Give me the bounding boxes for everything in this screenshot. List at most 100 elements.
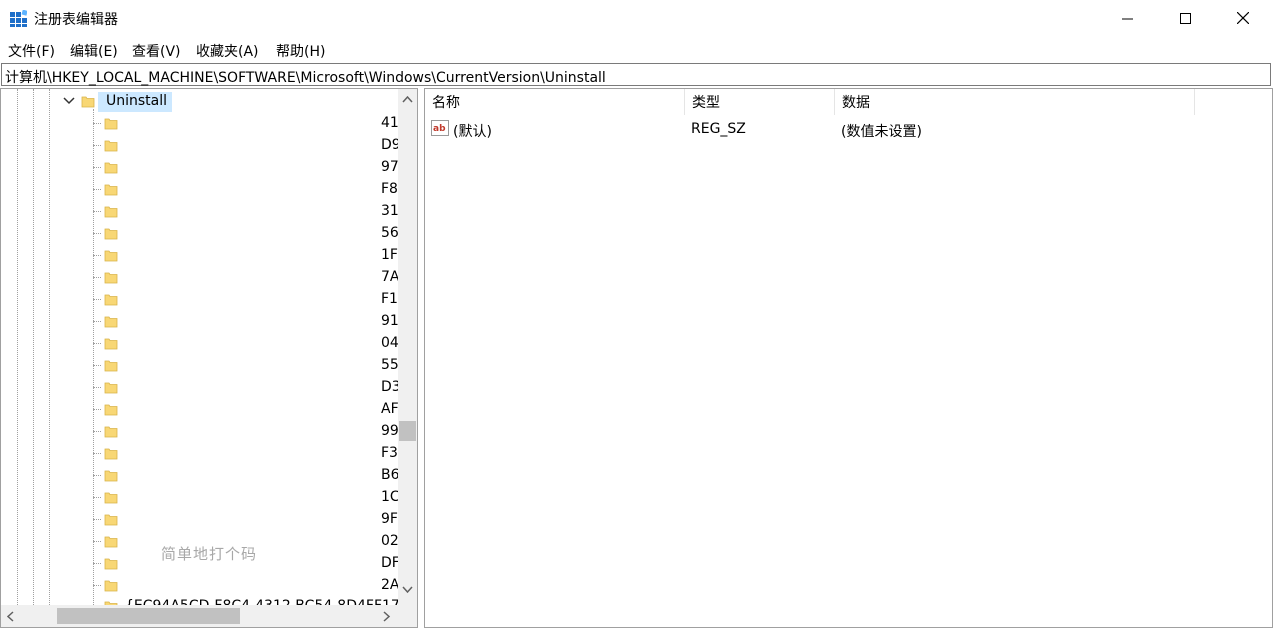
horizontal-scroll-thumb[interactable] [57, 608, 240, 624]
scroll-down-icon[interactable] [402, 586, 413, 594]
folder-icon [104, 294, 118, 306]
folder-icon [104, 536, 118, 548]
column-header-name[interactable]: 名称 [425, 89, 685, 115]
svg-text:ab: ab [433, 124, 446, 134]
value-row[interactable]: ab (默认) REG_SZ (数值未设置) [425, 117, 1270, 140]
tree-connector [93, 233, 101, 234]
tree-node-subkey[interactable]: F1 [381, 291, 398, 307]
registry-editor-icon [10, 10, 27, 27]
horizontal-scrollbar[interactable] [1, 605, 417, 627]
tree-connector [93, 519, 101, 520]
folder-icon [104, 118, 118, 130]
minimize-icon [1121, 18, 1133, 19]
folder-icon [104, 580, 118, 592]
folder-icon [104, 448, 118, 460]
maximize-button[interactable] [1156, 0, 1214, 36]
tree-connector [93, 453, 101, 454]
value-data: (数值未设置) [841, 124, 922, 140]
tree-connector [93, 409, 101, 410]
tree-connector [93, 211, 101, 212]
tree-connector [93, 145, 101, 146]
tree-node-uninstall[interactable]: Uninstall [106, 93, 167, 109]
menu-favorites[interactable]: 收藏夹(A) [196, 41, 259, 61]
tree-connector [93, 497, 101, 498]
folder-icon [104, 162, 118, 174]
tree-connector [93, 321, 101, 322]
tree-connector [93, 299, 101, 300]
chevron-down-icon[interactable] [63, 97, 75, 105]
folder-icon [104, 404, 118, 416]
tree-node-subkey[interactable]: 97 [381, 159, 399, 175]
folder-icon [104, 382, 118, 394]
folder-icon [104, 140, 118, 152]
scroll-right-icon[interactable] [383, 611, 391, 622]
tree-guide-line [17, 89, 18, 609]
tree-connector [93, 431, 101, 432]
key-tree-pane[interactable]: Uninstall 41 D9 97 F8I 31(56 1F 7A F1 91(04 55 D3 A… [0, 88, 418, 628]
tree-connector [93, 123, 101, 124]
menu-edit[interactable]: 编辑(E) [70, 41, 118, 61]
folder-icon [104, 316, 118, 328]
folder-icon [104, 228, 118, 240]
menu-file[interactable]: 文件(F) [8, 41, 55, 61]
tree-node-subkey[interactable]: 02 [381, 533, 399, 549]
menu-help[interactable]: 帮助(H) [276, 41, 325, 61]
tree-connector [93, 541, 101, 542]
tree-connector [93, 189, 101, 190]
menu-view[interactable]: 查看(V) [132, 41, 181, 61]
watermark-text: 简单地打个码 [161, 545, 258, 563]
tree-node-subkey[interactable]: 1C [381, 489, 400, 505]
tree-connector [93, 255, 101, 256]
tree-node-subkey[interactable]: 99 [381, 423, 399, 439]
vertical-scrollbar[interactable] [398, 89, 417, 605]
tree-node-subkey[interactable]: 55 [381, 357, 399, 373]
folder-icon [104, 250, 118, 262]
folder-icon [104, 360, 118, 372]
address-bar[interactable]: 计算机\HKEY_LOCAL_MACHINE\SOFTWARE\Microsof… [1, 63, 1271, 86]
folder-icon [104, 338, 118, 350]
tree-node-subkey[interactable]: 56 [381, 225, 399, 241]
folder-icon [104, 492, 118, 504]
tree-guide-line [33, 89, 34, 609]
folder-open-icon [81, 96, 95, 108]
folder-icon [104, 272, 118, 284]
scroll-up-icon[interactable] [402, 96, 413, 104]
folder-icon [104, 514, 118, 526]
tree-guide-line [49, 89, 50, 609]
tree-node-subkey[interactable]: AF [381, 401, 399, 417]
tree-node-subkey[interactable]: 1F [381, 247, 398, 263]
tree-node-subkey[interactable]: 41 [381, 115, 399, 131]
string-value-icon: ab [431, 120, 449, 136]
scroll-left-icon[interactable] [7, 611, 15, 622]
vertical-scroll-thumb[interactable] [399, 421, 416, 441]
folder-icon [104, 470, 118, 482]
tree-connector [93, 343, 101, 344]
address-path[interactable]: 计算机\HKEY_LOCAL_MACHINE\SOFTWARE\Microsof… [5, 67, 606, 87]
value-name: (默认) [453, 124, 492, 140]
folder-icon [104, 558, 118, 570]
tree-connector [93, 563, 101, 564]
tree-guide-line [93, 109, 94, 609]
tree-node-subkey[interactable]: 9F [381, 511, 398, 527]
folder-icon [104, 206, 118, 218]
minimize-button[interactable] [1098, 0, 1156, 36]
tree-node-subkey[interactable]: 04 [381, 335, 399, 351]
tree-node-subkey[interactable]: 7A [381, 269, 399, 285]
tree-connector [93, 585, 101, 586]
tree-connector [93, 277, 101, 278]
column-header-data[interactable]: 数据 [835, 89, 1195, 115]
values-pane[interactable]: 名称 类型 数据 ab (默认) REG_SZ (数值未设置) [424, 88, 1273, 628]
tree-connector [93, 475, 101, 476]
folder-icon [104, 426, 118, 438]
close-icon [1237, 12, 1249, 24]
tree-connector [93, 167, 101, 168]
close-button[interactable] [1214, 0, 1272, 36]
value-type: REG_SZ [691, 121, 746, 137]
tree-connector [93, 387, 101, 388]
window-title: 注册表编辑器 [34, 12, 118, 28]
column-header-type[interactable]: 类型 [685, 89, 835, 115]
menu-bar: 文件(F) 编辑(E) 查看(V) 收藏夹(A) 帮助(H) [0, 38, 1273, 62]
tree-connector [93, 365, 101, 366]
title-bar: 注册表编辑器 [0, 0, 1273, 36]
tree-node-subkey[interactable]: B6 [381, 467, 400, 483]
